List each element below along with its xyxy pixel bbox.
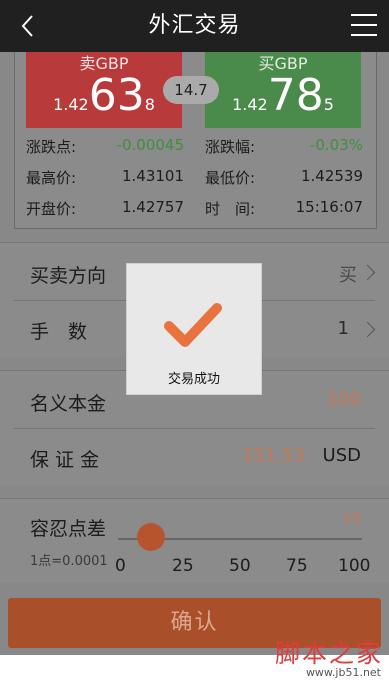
stat-open-value: 1.42757 (121, 198, 184, 216)
watermark-logo: 脚本之家 (274, 639, 383, 668)
chevron-right-icon (359, 321, 376, 338)
stat-change-label: 涨跌点: (26, 138, 77, 156)
stat-low: 最低价: 1.42539 (205, 167, 363, 189)
lots-label: 手 数 (30, 321, 88, 343)
stat-time: 时 间: 15:16:07 (205, 198, 363, 220)
sell-price-suffix: 8 (144, 95, 155, 114)
sell-price: 1.42638 (26, 74, 182, 118)
slider-tick: 0 (115, 556, 126, 576)
direction-value: 买 (339, 265, 357, 286)
quote-area: 卖GBP 1.42638 买GBP 1.42785 14.7 涨跌点: -0.0… (14, 52, 377, 229)
stat-change-pct-label: 涨跌幅: (205, 138, 256, 156)
stat-high-value: 1.43101 (121, 167, 184, 185)
stat-low-label: 最低价: (205, 169, 256, 187)
stat-change-value: -0.00045 (116, 136, 184, 154)
buy-price: 1.42785 (205, 74, 361, 118)
buy-price-tile[interactable]: 买GBP 1.42785 (205, 52, 361, 128)
success-dialog: 交易成功 (126, 263, 262, 395)
tolerance-note: 1点=0.0001 (30, 554, 108, 569)
stat-high: 最高价: 1.43101 (26, 167, 184, 189)
stat-high-label: 最高价: (26, 169, 77, 187)
buy-price-big: 78 (267, 70, 324, 121)
chevron-right-icon (359, 264, 376, 281)
direction-label: 买卖方向 (30, 265, 107, 287)
stat-open: 开盘价: 1.42757 (26, 198, 184, 220)
stat-change-pct: 涨跌幅: -0.03% (205, 136, 363, 158)
page-title: 外汇交易 (148, 13, 241, 38)
app-header: 外汇交易 (0, 0, 389, 52)
slider-tick: 75 (286, 556, 308, 576)
menu-icon[interactable] (351, 14, 377, 38)
sell-price-big: 63 (88, 70, 145, 121)
slider-tick: 25 (172, 556, 194, 576)
stat-change-pct-value: -0.03% (309, 136, 363, 154)
dialog-message: 交易成功 (167, 372, 220, 387)
notional-value: 100 (326, 389, 361, 410)
margin-value: 151.53 (242, 445, 305, 466)
sell-price-tile[interactable]: 卖GBP 1.42638 (26, 52, 182, 128)
tolerance-label: 容忍点差 (30, 518, 107, 540)
stat-open-label: 开盘价: (26, 200, 77, 218)
margin-label: 保 证 金 (30, 449, 100, 471)
stat-change: 涨跌点: -0.00045 (26, 136, 184, 158)
sell-price-prefix: 1.42 (53, 95, 89, 114)
watermark: 脚本之家 www.jb51.net (262, 634, 387, 680)
tolerance-slider-thumb[interactable] (137, 523, 165, 551)
tolerance-value: 10 (343, 510, 361, 526)
watermark-url: www.jb51.net (305, 666, 381, 679)
margin-currency: USD (322, 445, 361, 466)
lots-value: 1 (337, 318, 349, 339)
stat-low-value: 1.42539 (300, 167, 363, 185)
slider-tick: 50 (229, 556, 251, 576)
buy-price-prefix: 1.42 (232, 95, 268, 114)
notional-label: 名义本金 (30, 393, 107, 415)
checkmark-icon (164, 303, 222, 347)
spread-badge: 14.7 (163, 76, 219, 104)
buy-price-suffix: 5 (323, 95, 334, 114)
slider-tick: 100 (338, 556, 371, 576)
stat-time-value: 15:16:07 (295, 198, 363, 216)
stat-time-label: 时 间: (205, 200, 256, 218)
divider (14, 428, 375, 429)
